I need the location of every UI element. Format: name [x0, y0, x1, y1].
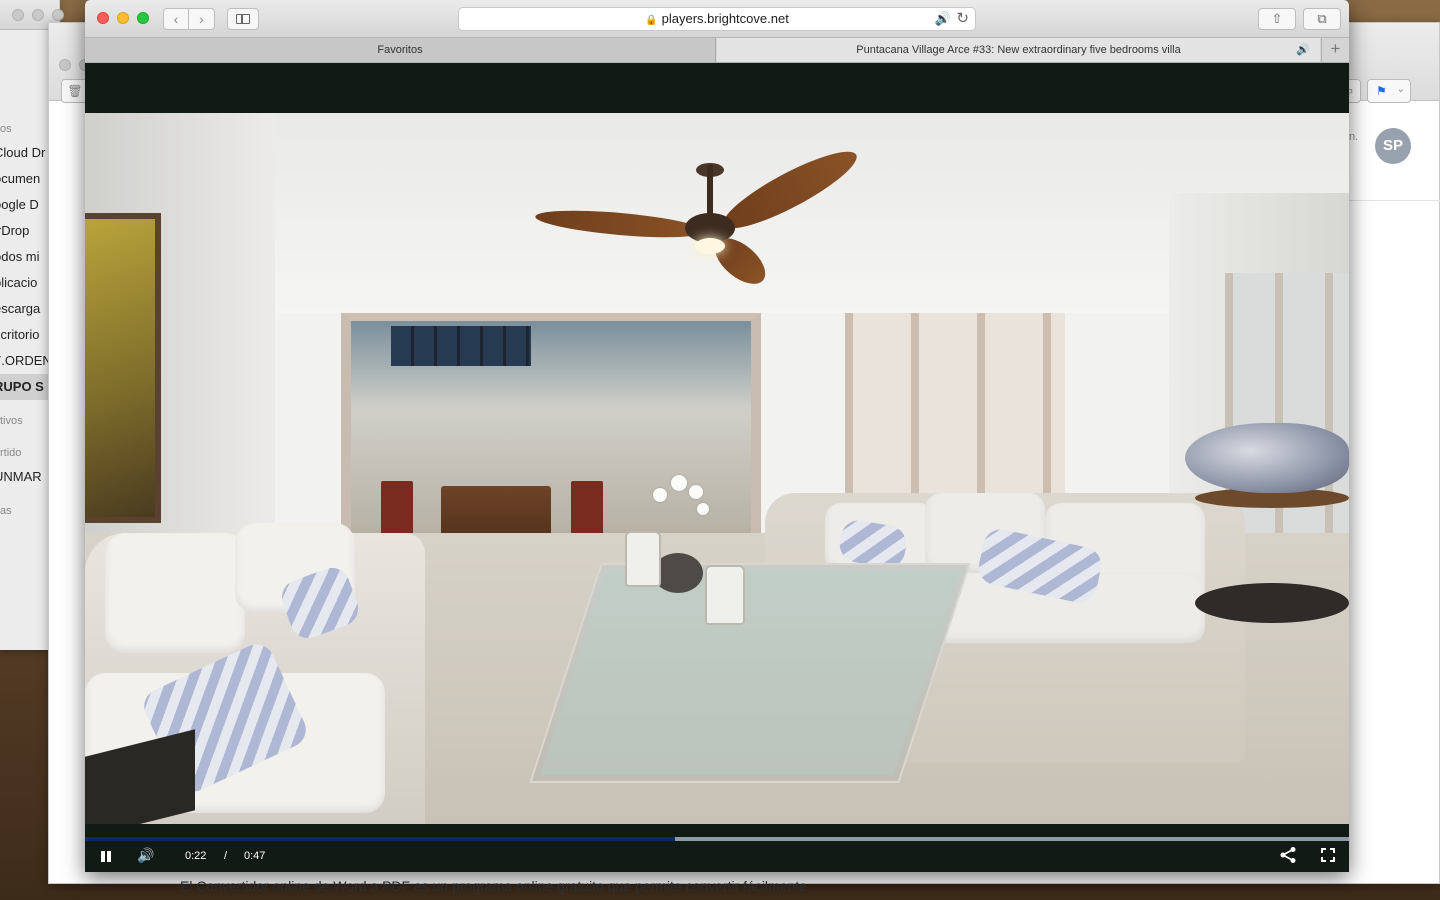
scene-french-doors — [845, 313, 1065, 523]
chevron-down-icon: ⌄ — [1396, 84, 1405, 95]
show-tabs-button[interactable]: ⧉ — [1303, 8, 1341, 30]
tab-label: Favoritos — [377, 44, 423, 56]
tab-label: Puntacana Village Arce #33: New extraord… — [856, 44, 1181, 56]
duration: 0:47 — [244, 850, 266, 862]
scene-painting — [85, 213, 161, 523]
avatar[interactable]: SP — [1375, 128, 1411, 164]
scene-window — [391, 326, 531, 366]
mail-close-button[interactable] — [59, 59, 71, 71]
mail-divider — [1349, 200, 1440, 201]
maximize-button[interactable] — [137, 12, 149, 24]
tab-video[interactable]: Puntacana Village Arce #33: New extraord… — [717, 38, 1320, 62]
pause-icon — [107, 851, 111, 862]
scene-fan-light — [695, 238, 725, 254]
scene-orchid-flower — [689, 485, 703, 499]
video-player[interactable]: 🔊 0:22 / 0:47 — [85, 63, 1349, 872]
pause-icon — [101, 851, 105, 862]
tabs-icon: ⧉ — [1317, 11, 1327, 26]
new-tab-button[interactable]: + — [1321, 38, 1349, 62]
share-icon — [1280, 847, 1296, 863]
flag-button[interactable]: ⚑ ⌄ — [1367, 79, 1411, 103]
sidebar-icon — [236, 14, 250, 24]
share-icon: ⇧ — [1271, 11, 1283, 26]
sidebar-toggle-button[interactable] — [227, 8, 259, 30]
scene-orchid-flower — [671, 475, 687, 491]
scene-chair — [381, 481, 413, 537]
mail-body-text: El Convertidor online de Word a PDF es u… — [180, 878, 807, 894]
scene-coffee-table — [529, 563, 971, 783]
chevron-left-icon: ‹ — [173, 11, 179, 27]
volume-icon: 🔊 — [137, 847, 155, 863]
video-frame[interactable] — [85, 113, 1349, 824]
tab-speaker-icon[interactable]: 🔊 — [1296, 38, 1310, 62]
forward-button[interactable]: › — [189, 8, 215, 30]
scene-orchid-flower — [653, 488, 667, 502]
minimize-button[interactable] — [117, 12, 129, 24]
share-button[interactable]: ⇧ — [1258, 8, 1296, 30]
safari-titlebar: ‹ › 🔒 players.brightcove.net 🔊 ↻ ⇧ ⧉ — [85, 0, 1349, 38]
scene-cushion — [105, 533, 245, 653]
finder-minimize-button[interactable] — [32, 9, 44, 21]
tab-bar: Favoritos Puntacana Village Arce #33: Ne… — [85, 38, 1349, 63]
scene-chair — [571, 481, 603, 537]
volume-button[interactable]: 🔊 — [137, 847, 154, 864]
finder-maximize-button[interactable] — [52, 9, 64, 21]
chevron-right-icon: › — [199, 11, 204, 27]
scene-lantern — [625, 531, 661, 587]
player-controls: 🔊 0:22 / 0:47 — [85, 841, 1349, 872]
share-video-button[interactable] — [1279, 846, 1297, 864]
flag-icon: ⚑ — [1376, 84, 1387, 98]
finder-close-button[interactable] — [12, 9, 24, 21]
scene-orchid-flower — [697, 503, 709, 515]
fullscreen-button[interactable] — [1321, 848, 1335, 862]
reload-icon[interactable]: ↻ — [956, 8, 969, 30]
back-button[interactable]: ‹ — [163, 8, 189, 30]
speaker-icon[interactable]: 🔊 — [935, 8, 951, 30]
current-time: 0:22 — [185, 850, 207, 862]
url-text: players.brightcove.net — [661, 11, 789, 26]
lock-icon: 🔒 — [645, 15, 658, 26]
close-button[interactable] — [97, 12, 109, 24]
safari-window: ‹ › 🔒 players.brightcove.net 🔊 ↻ ⇧ ⧉ Favo… — [85, 0, 1349, 872]
scene-fan-rod — [707, 165, 713, 215]
tab-favoritos[interactable]: Favoritos — [85, 38, 716, 62]
time-separator: / — [224, 850, 228, 862]
scene-side-table — [1195, 583, 1349, 623]
scene-shell-decor — [1185, 423, 1349, 493]
mail-fragment-text: n. — [1349, 131, 1359, 143]
scene-lantern — [705, 565, 745, 625]
scene-glass-top — [539, 571, 961, 775]
fullscreen-icon — [1321, 848, 1335, 862]
address-bar[interactable]: 🔒 players.brightcove.net 🔊 ↻ — [458, 7, 976, 31]
pause-button[interactable] — [99, 850, 113, 864]
